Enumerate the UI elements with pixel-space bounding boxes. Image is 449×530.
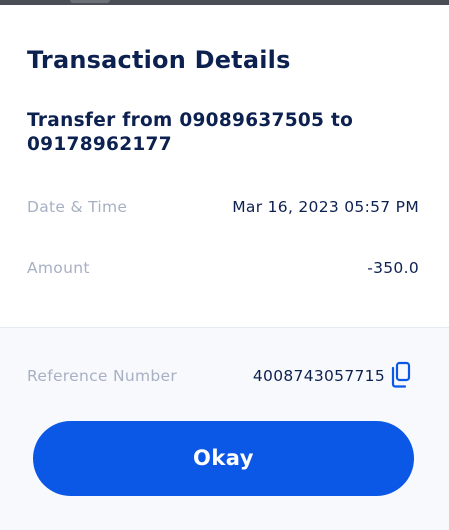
transaction-details-screen: Transaction Details Transfer from 090896… bbox=[0, 0, 449, 530]
reference-number-value: 4008743057715 bbox=[252, 367, 385, 385]
copy-icon[interactable] bbox=[389, 361, 413, 389]
date-time-label: Date & Time bbox=[27, 198, 128, 216]
okay-button[interactable]: Okay bbox=[33, 421, 414, 496]
amount-label: Amount bbox=[27, 259, 90, 277]
date-time-row: Date & Time Mar 16, 2023 05:57 PM bbox=[27, 198, 419, 222]
transfer-description: Transfer from 09089637505 to 09178962177 bbox=[27, 110, 354, 155]
top-status-strip bbox=[0, 0, 449, 5]
amount-row: Amount -350.0 bbox=[27, 259, 419, 283]
reference-number-row: Reference Number 4008743057715 bbox=[27, 361, 419, 391]
date-time-value: Mar 16, 2023 05:57 PM bbox=[232, 198, 419, 216]
amount-value: -350.0 bbox=[367, 259, 419, 277]
page-title: Transaction Details bbox=[27, 46, 291, 74]
reference-number-label: Reference Number bbox=[27, 367, 178, 385]
top-strip-notch bbox=[70, 0, 110, 3]
